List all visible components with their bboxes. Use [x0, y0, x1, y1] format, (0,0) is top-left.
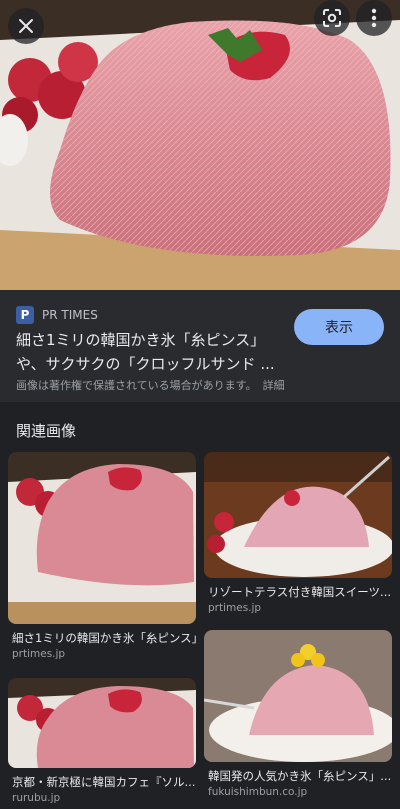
shaved-ice-thumbnail	[8, 678, 196, 768]
page-title-link[interactable]: 細さ1ミリの韓国かき氷「糸ピンス」 や、サクサクの「クロッフルサンド ...	[16, 328, 276, 376]
more-options-button[interactable]	[356, 0, 392, 36]
shaved-ice-thumbnail	[204, 630, 392, 762]
close-icon	[19, 19, 33, 33]
related-caption-2: リゾートテラス付き韓国スイーツ...	[208, 585, 392, 599]
copyright-text: 画像は著作権で保護されている場合があります。	[16, 379, 257, 392]
related-images-heading: 関連画像	[16, 422, 77, 440]
related-thumbnail-1[interactable]	[8, 452, 196, 624]
close-button[interactable]	[8, 8, 44, 44]
title-line-2: や、サクサクの「クロッフルサンド ...	[16, 355, 275, 373]
related-domain-1: prtimes.jp	[12, 648, 66, 660]
copyright-notice: 画像は著作権で保護されている場合があります。 詳細	[16, 377, 285, 393]
more-vert-icon	[371, 8, 377, 28]
related-image-card-2[interactable]: リゾートテラス付き韓国スイーツ... prtimes.jp	[204, 452, 392, 614]
related-thumbnail-3[interactable]	[8, 678, 196, 768]
related-domain-2: prtimes.jp	[208, 602, 262, 614]
related-caption-3: 京都・新京極に韓国カフェ『ソル...	[12, 775, 196, 789]
related-caption-1: 細さ1ミリの韓国かき氷「糸ピンス」	[12, 631, 196, 645]
visit-button[interactable]: 表示	[294, 309, 384, 345]
details-link[interactable]: 詳細	[263, 379, 285, 392]
related-caption-4: 韓国発の人気かき氷「糸ピンス」...	[208, 769, 392, 783]
related-domain-4: fukuishimbun.co.jp	[208, 786, 308, 798]
title-line-1: 細さ1ミリの韓国かき氷「糸ピンス」	[16, 331, 266, 349]
related-image-card-4[interactable]: 韓国発の人気かき氷「糸ピンス」... fukuishimbun.co.jp	[204, 630, 392, 806]
lens-button[interactable]	[314, 0, 350, 36]
shaved-ice-thumbnail	[8, 452, 196, 624]
site-name: PR TIMES	[42, 308, 98, 322]
source-row[interactable]: P PR TIMES	[16, 306, 98, 324]
related-image-card-1[interactable]: 細さ1ミリの韓国かき氷「糸ピンス」 prtimes.jp	[8, 452, 196, 662]
related-thumbnail-2[interactable]	[204, 452, 392, 578]
related-image-card-3[interactable]: 京都・新京極に韓国カフェ『ソル... rurubu.jp	[8, 678, 196, 806]
related-domain-3: rurubu.jp	[12, 792, 61, 804]
main-image[interactable]	[0, 0, 400, 290]
shaved-ice-photo	[0, 0, 400, 290]
lens-icon	[323, 9, 341, 27]
site-favicon-icon: P	[16, 306, 34, 324]
shaved-ice-thumbnail	[204, 452, 392, 578]
related-thumbnail-4[interactable]	[204, 630, 392, 762]
source-panel: P PR TIMES 細さ1ミリの韓国かき氷「糸ピンス」 や、サクサクの「クロッ…	[0, 290, 400, 402]
